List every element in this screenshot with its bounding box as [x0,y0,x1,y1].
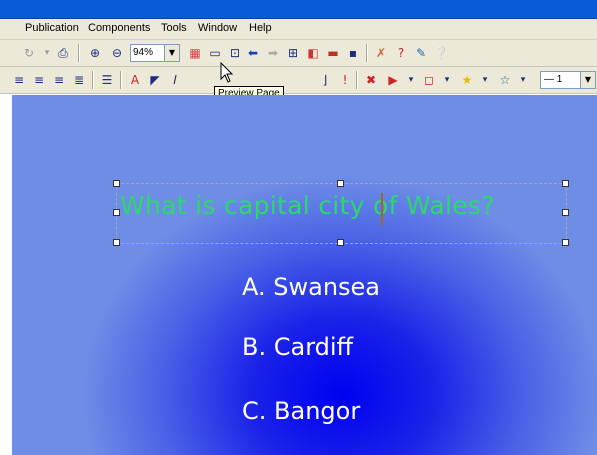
resize-handle[interactable] [113,180,120,187]
monitor-icon[interactable]: ▪ [344,44,362,62]
toolbar-separator [120,71,122,89]
align-center-icon[interactable]: ≡ [30,71,48,89]
back-arrow-icon[interactable]: ⬅ [244,44,262,62]
action-dropdown-icon[interactable]: ▾ [402,71,420,89]
answer-b[interactable]: B. Cardiff [242,333,353,361]
delete-action-icon[interactable]: ✖ [362,71,380,89]
border-dropdown-icon[interactable]: ▾ [438,71,456,89]
menu-publication[interactable]: Publication [25,22,79,34]
menu-help[interactable]: Help [249,22,272,34]
preview-publication-icon[interactable]: ⊡ [226,44,244,62]
answer-c[interactable]: C. Bangor [242,397,360,425]
resize-handle[interactable] [562,239,569,246]
standard-toolbar: ↻ ▾ ⎙ ⊕ ⊖ 94% ▼ ▦ ▭ ⊡ ⬅ ➡ ⊞ ◧ ▬ ▪ ✗ ? ✎ … [0,40,597,67]
zoom-out-icon[interactable]: ⊖ [108,44,126,62]
mouse-cursor-icon [220,62,234,83]
line-width-dropdown-icon[interactable]: ▼ [580,71,596,89]
layout-grid-icon[interactable]: ⊞ [284,44,302,62]
toolbar-separator [366,44,368,62]
answer-a[interactable]: A. Swansea [242,273,380,301]
text-effect-icon[interactable]: ◤ [146,71,164,89]
help-icon[interactable]: ❔ [432,44,450,62]
resize-handle[interactable] [113,239,120,246]
hint-icon[interactable]: ! [336,71,354,89]
pen-icon[interactable]: ✎ [412,44,430,62]
window-icon[interactable]: ▬ [324,44,342,62]
formatting-toolbar: ≡ ≡ ≡ ≣ ☰ A ◤ 𝐼 ⌋ ! ✖ ▶ ▾ ◻ ▾ ★ ▾ ☆ ▾ — … [0,67,597,94]
text-caret [381,193,383,225]
text-color-icon[interactable]: A [126,71,144,89]
border-icon[interactable]: ◻ [420,71,438,89]
menu-components[interactable]: Components [88,22,150,34]
zoom-in-icon[interactable]: ⊕ [86,44,104,62]
line-end-icon[interactable]: ⌋ [316,71,334,89]
toolbar-separator [78,44,80,62]
resize-handle[interactable] [337,239,344,246]
menu-bar: Publication Components Tools Window Help [0,19,597,40]
redo-icon[interactable]: ↻ [20,44,38,62]
toolbar-separator [356,71,358,89]
action-color-icon[interactable]: ▶ [384,71,402,89]
star-fill-icon[interactable]: ★ [458,71,476,89]
resize-handle[interactable] [562,180,569,187]
slide-canvas[interactable]: What is capital city of Wales? A. Swanse… [12,95,597,455]
page-properties-icon[interactable]: ◧ [304,44,322,62]
question-text[interactable]: What is capital city of Wales? [120,191,570,220]
toolbar-separator [92,71,94,89]
forward-arrow-icon[interactable]: ➡ [264,44,282,62]
italic-style-icon[interactable]: 𝐼 [166,71,184,89]
menu-tools[interactable]: Tools [161,22,187,34]
resize-handle[interactable] [337,180,344,187]
line-width-select[interactable]: — 1 [540,71,583,89]
grid-icon[interactable]: ▦ [186,44,204,62]
zoom-select[interactable]: 94% [130,44,166,62]
justify-icon[interactable]: ≣ [70,71,88,89]
star-fill-dropdown-icon[interactable]: ▾ [476,71,494,89]
print-icon[interactable]: ⎙ [54,44,72,62]
star-outline-dropdown-icon[interactable]: ▾ [514,71,532,89]
align-right-icon[interactable]: ≡ [50,71,68,89]
zoom-dropdown-icon[interactable]: ▼ [164,44,180,62]
help-question-icon[interactable]: ? [392,44,410,62]
preview-page-icon[interactable]: ▭ [206,44,224,62]
star-outline-icon[interactable]: ☆ [496,71,514,89]
window-titlebar [0,0,597,19]
menu-window[interactable]: Window [198,22,237,34]
bullet-list-icon[interactable]: ☰ [98,71,116,89]
tools-icon[interactable]: ✗ [372,44,390,62]
resize-handle[interactable] [113,209,120,216]
align-left-icon[interactable]: ≡ [10,71,28,89]
